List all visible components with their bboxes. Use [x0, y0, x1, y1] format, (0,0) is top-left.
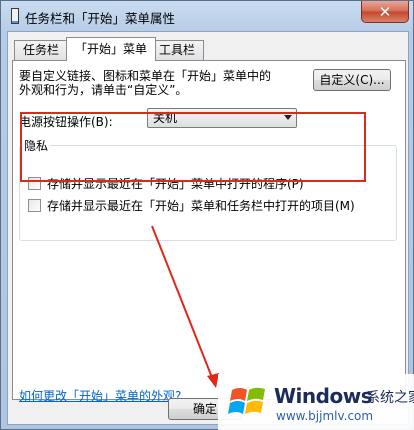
red-arrow-annotation — [151, 225, 219, 388]
watermark-brand: Windows — [274, 384, 373, 408]
watermark-url: www.bjjmlv.com — [276, 409, 374, 423]
watermark-badge: Windows 系统之家 www.bjjmlv.com — [218, 374, 414, 430]
watermark-brand-cn: 系统之家 — [366, 390, 414, 406]
windows-logo-icon — [228, 387, 265, 414]
